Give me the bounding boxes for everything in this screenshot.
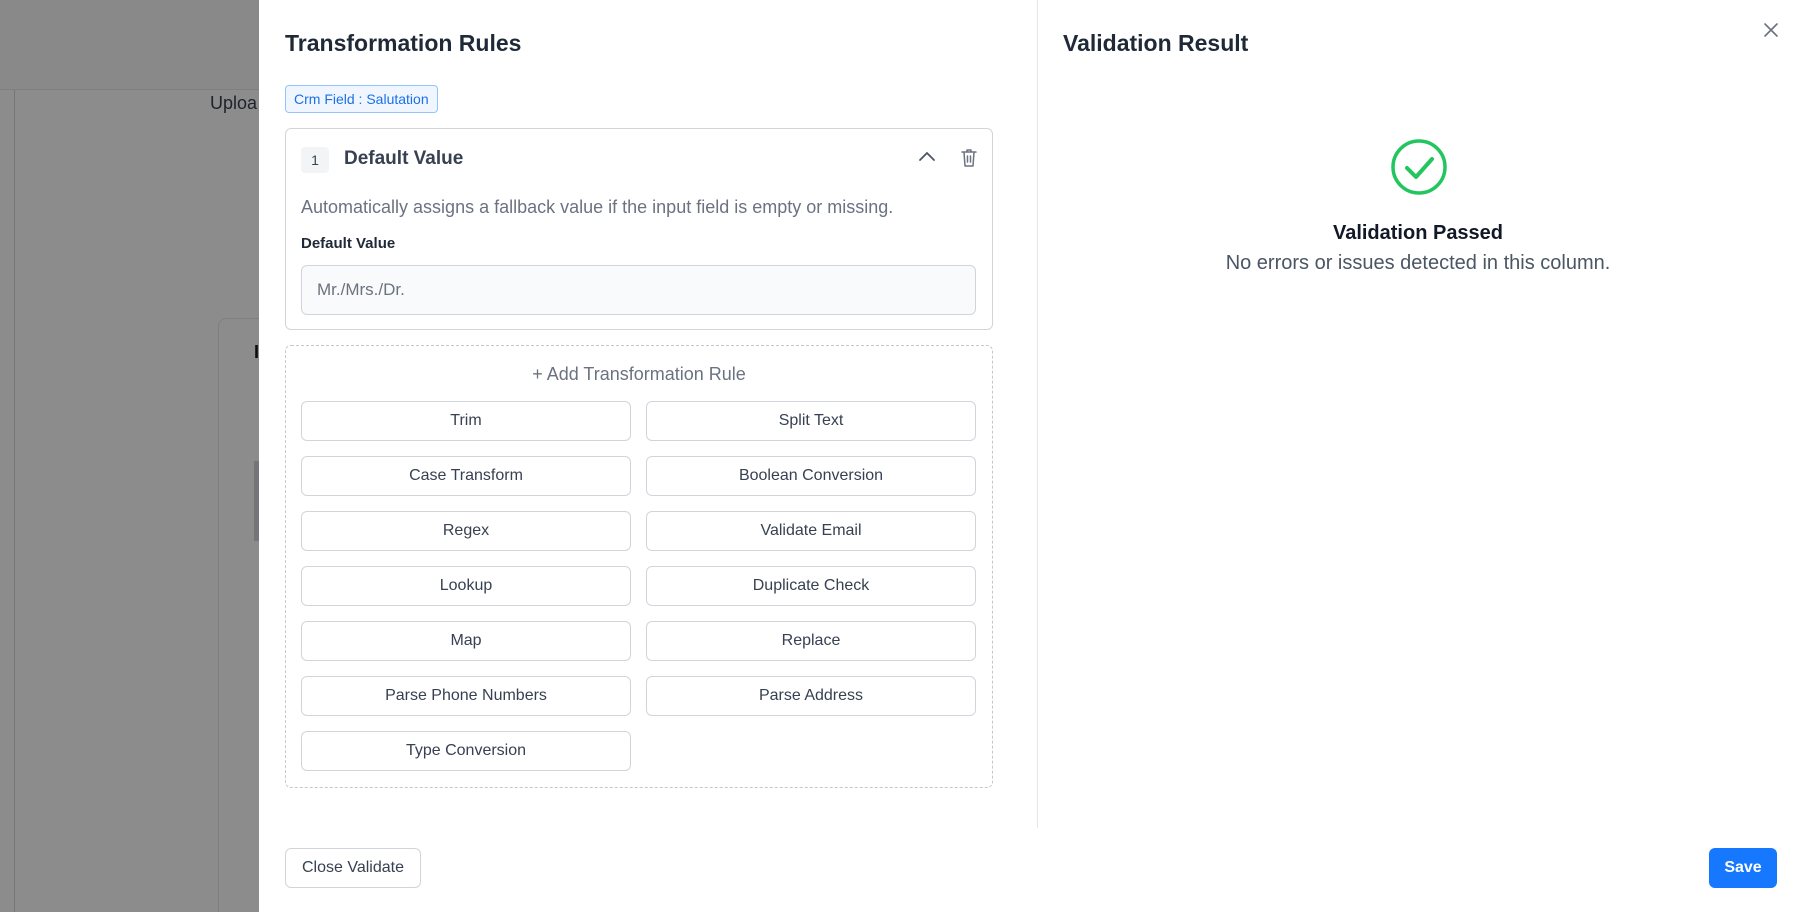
default-value-label: Default Value	[301, 235, 396, 252]
validation-status-title: Validation Passed	[1332, 222, 1504, 244]
add-transformation-rule-button[interactable]: + Add Transformation Rule	[286, 364, 992, 385]
trash-icon	[961, 149, 977, 167]
validation-result-panel: Validation Result Validation Passed No e…	[1063, 0, 1773, 828]
close-icon	[1764, 23, 1778, 37]
rule-option-map[interactable]: Map	[301, 621, 631, 661]
rule-card-default-value: 1 Default Value Automatically assigns a …	[285, 128, 993, 330]
rule-number-badge: 1	[301, 147, 329, 173]
validation-title: Validation Result	[1063, 30, 1249, 56]
rule-option-case-transform[interactable]: Case Transform	[301, 456, 631, 496]
rule-option-parse-address[interactable]: Parse Address	[646, 676, 976, 716]
rule-option-parse-phone-numbers[interactable]: Parse Phone Numbers	[301, 676, 631, 716]
rule-option-split-text[interactable]: Split Text	[646, 401, 976, 441]
rule-option-trim[interactable]: Trim	[301, 401, 631, 441]
add-transformation-rule-box: + Add Transformation Rule Trim Split Tex…	[285, 345, 993, 788]
transformation-rules-panel: Transformation Rules Crm Field : Salutat…	[285, 0, 995, 828]
rule-title: Default Value	[344, 148, 464, 169]
crm-field-tag: Crm Field : Salutation	[285, 85, 438, 113]
delete-rule-button[interactable]	[959, 147, 979, 169]
chevron-up-icon	[919, 152, 935, 161]
default-value-input[interactable]	[301, 265, 976, 315]
collapse-rule-button[interactable]	[915, 145, 939, 169]
rule-option-lookup[interactable]: Lookup	[301, 566, 631, 606]
rule-option-replace[interactable]: Replace	[646, 621, 976, 661]
rule-option-type-conversion[interactable]: Type Conversion	[301, 731, 631, 771]
validation-status-description: No errors or issues detected in this col…	[1225, 252, 1611, 274]
panel-title: Transformation Rules	[285, 30, 522, 56]
rule-description: Automatically assigns a fallback value i…	[301, 197, 894, 217]
rule-option-regex[interactable]: Regex	[301, 511, 631, 551]
rule-option-duplicate-check[interactable]: Duplicate Check	[646, 566, 976, 606]
panel-divider	[1037, 0, 1038, 828]
check-circle-icon	[1391, 139, 1447, 195]
transformation-drawer: Transformation Rules Crm Field : Salutat…	[259, 0, 1795, 912]
rule-option-validate-email[interactable]: Validate Email	[646, 511, 976, 551]
close-drawer-button[interactable]	[1761, 20, 1781, 40]
save-button[interactable]: Save	[1709, 848, 1777, 888]
close-validate-button[interactable]: Close Validate	[285, 848, 421, 888]
rule-option-boolean-conversion[interactable]: Boolean Conversion	[646, 456, 976, 496]
